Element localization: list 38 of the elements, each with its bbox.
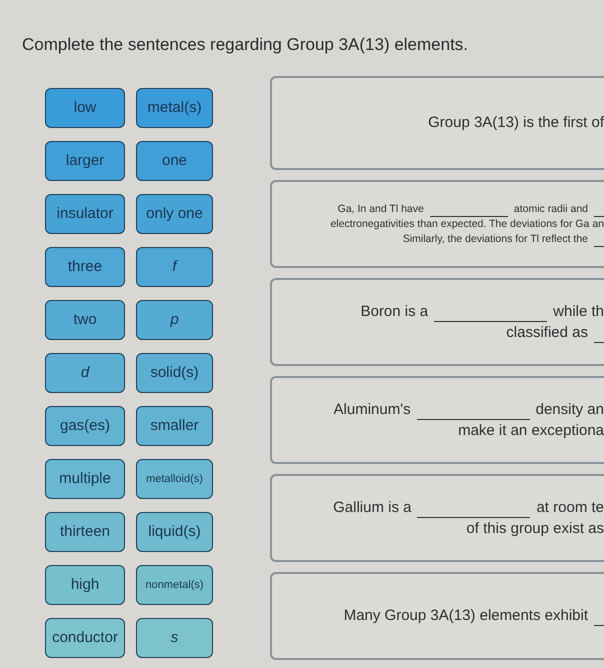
instruction-text: Complete the sentences regarding Group 3A(13) elements. xyxy=(22,34,470,56)
sentence-text: Gallium is a xyxy=(333,498,412,518)
sentence-text: classified as xyxy=(506,322,588,342)
word-tile[interactable]: f xyxy=(136,247,213,287)
word-tile[interactable]: larger xyxy=(45,141,125,181)
word-tile[interactable]: thirteen xyxy=(45,512,125,552)
word-tile[interactable]: solid(s) xyxy=(136,353,213,393)
word-tile[interactable]: s xyxy=(136,618,213,658)
word-tile[interactable]: metalloid(s) xyxy=(136,459,213,499)
word-tile[interactable]: high xyxy=(45,565,125,605)
word-tile[interactable]: one xyxy=(136,141,213,181)
sentence-text: at room te xyxy=(536,498,604,518)
sentence-text: make it an exceptiona xyxy=(458,420,604,440)
sentence-text: of this group exist as xyxy=(466,518,604,538)
word-tile[interactable]: nonmetal(s) xyxy=(136,565,213,605)
word-tile[interactable]: two xyxy=(45,300,125,340)
word-tile[interactable]: gas(es) xyxy=(45,406,125,446)
sentence-text: Ga, In and Tl have xyxy=(338,202,424,216)
word-tile[interactable]: metal(s) xyxy=(136,88,213,128)
word-tile[interactable]: p xyxy=(136,300,213,340)
sentence-text: density an xyxy=(536,400,604,420)
word-tile[interactable]: three xyxy=(45,247,125,287)
word-tile[interactable]: smaller xyxy=(136,406,213,446)
word-tile[interactable]: d xyxy=(45,353,125,393)
sentence-text: Similarly, the deviations for Tl reflect the xyxy=(402,232,588,246)
sentence-text: electronegativities than expected. The deviations for Ga an xyxy=(330,216,604,232)
sentence-text: Many Group 3A(13) elements exhibit xyxy=(344,606,588,626)
word-tile[interactable]: insulator xyxy=(45,194,125,234)
sentence-text: atomic radii and xyxy=(514,202,588,216)
word-tile[interactable]: only one xyxy=(136,194,213,234)
word-tile[interactable]: conductor xyxy=(45,618,125,658)
sentence-text: Boron is a xyxy=(360,302,428,322)
sentence-text: Aluminum's xyxy=(334,400,411,420)
sentence-text: while th xyxy=(553,302,604,322)
sentence-text: Group 3A(13) is the first of xyxy=(428,113,604,133)
word-tile[interactable]: low xyxy=(45,88,125,128)
word-tile[interactable]: multiple xyxy=(45,459,125,499)
word-tile[interactable]: liquid(s) xyxy=(136,512,213,552)
